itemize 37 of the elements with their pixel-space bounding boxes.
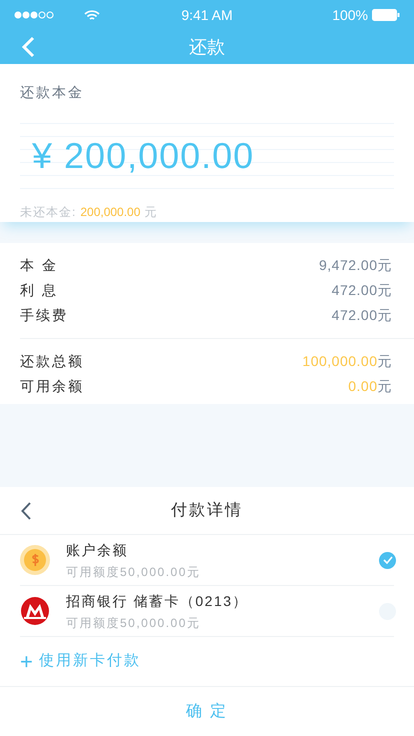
remaining-label: 未还本金: xyxy=(20,204,76,221)
method-limit: 可用额度50,000.00元 xyxy=(66,614,200,632)
method-limit: 可用额度50,000.00元 xyxy=(66,564,200,580)
page-title: 还款 xyxy=(189,36,225,58)
signal-icon xyxy=(14,11,56,19)
detail-label: 手续费 xyxy=(20,306,68,325)
checked-radio[interactable] xyxy=(379,552,396,568)
detail-value: 472.00 xyxy=(332,281,378,300)
detail-label: 利 息 xyxy=(20,281,58,300)
detail-value: 9,472.00 xyxy=(319,256,378,275)
detail-label: 本 金 xyxy=(20,256,58,275)
check-icon xyxy=(382,556,392,564)
detail-label: 可用余额 xyxy=(20,377,84,396)
battery-text: 100% xyxy=(332,6,368,24)
detail-value: 0.00 xyxy=(348,377,378,396)
detail-value: 100,000.00 xyxy=(302,352,378,371)
unit-text: 元 xyxy=(378,377,392,396)
remaining-amount: 200,000.00 xyxy=(80,204,140,221)
field-label: 还款本金 xyxy=(20,83,84,102)
unit-text: 元 xyxy=(144,204,156,221)
sheet-title: 付款详情 xyxy=(171,500,243,520)
method-name: 账户余额 xyxy=(66,540,128,560)
method-name: 招商银行 储蓄卡（0213） xyxy=(66,592,248,610)
wifi-icon xyxy=(84,10,100,20)
bank-logo-icon xyxy=(21,597,49,625)
unit-text: 元 xyxy=(378,352,392,371)
unit-text: 元 xyxy=(378,281,392,300)
unit-text: 元 xyxy=(378,306,392,325)
detail-label: 还款总额 xyxy=(20,352,84,371)
payment-method-row[interactable]: 招商银行 储蓄卡（0213） 可用额度50,000.00元 xyxy=(20,586,394,637)
detail-value: 472.00 xyxy=(332,306,378,325)
amount-text: ¥ 200,000.00 xyxy=(32,134,254,178)
coin-icon xyxy=(20,545,50,575)
battery-icon xyxy=(372,9,400,21)
unit-text: 元 xyxy=(378,256,392,275)
payment-method-row[interactable]: 账户余额 可用额度50,000.00元 xyxy=(20,535,394,586)
clock-text: 9:41 AM xyxy=(181,6,233,24)
